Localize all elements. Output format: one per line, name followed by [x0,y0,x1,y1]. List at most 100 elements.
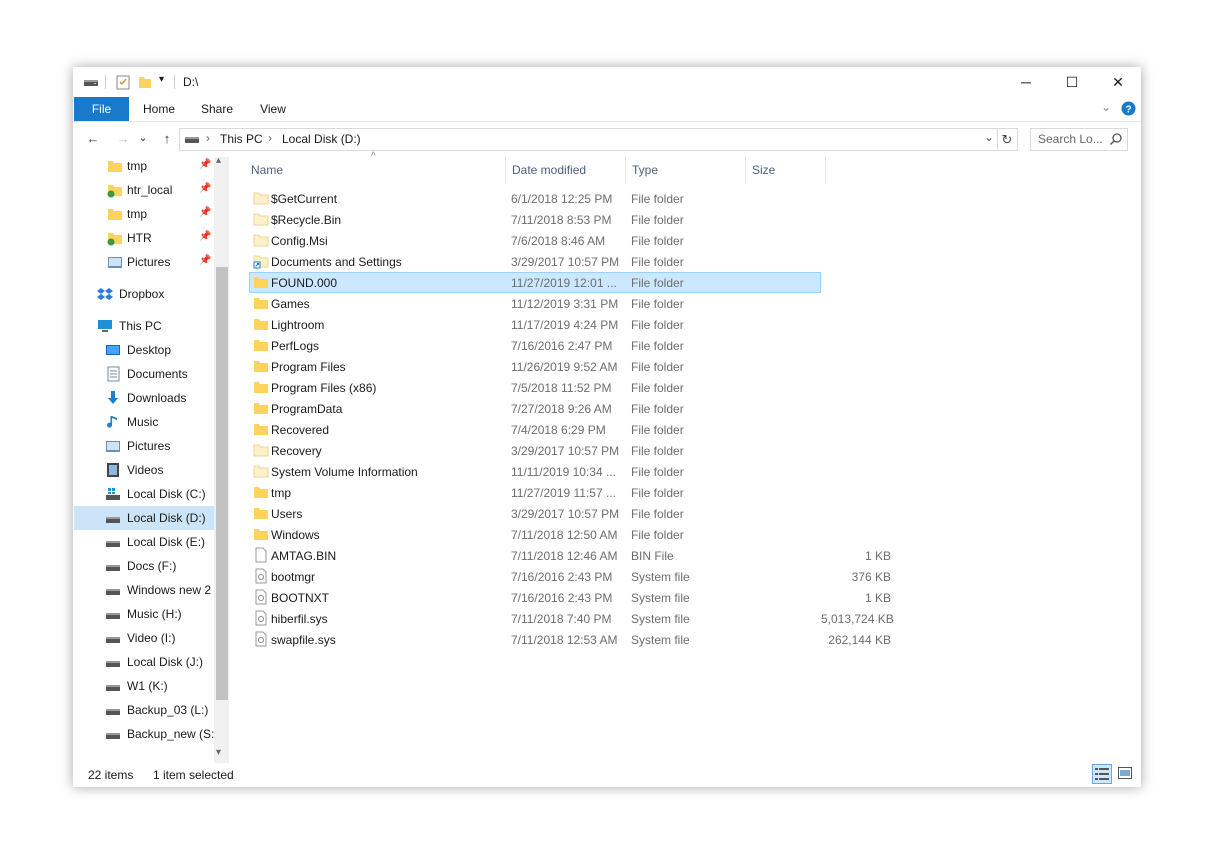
address-bar[interactable]: › This PC › Local Disk (D:) ⌄ [179,128,998,151]
nav-item-local-disk-e[interactable]: Local Disk (E:) [73,530,213,554]
column-header-date-modified[interactable]: Date modified [512,157,586,183]
column-header-name[interactable]: Name [251,157,283,183]
nav-item-windows-new-2[interactable]: Windows new 2 [73,578,213,602]
file-row[interactable]: hiberfil.sys 7/11/2018 7:40 PM System fi… [249,608,894,629]
address-dropdown-chevron-down-icon[interactable]: ⌄ [984,130,994,144]
details-view-button[interactable] [1092,764,1112,784]
file-row[interactable]: Program Files (x86) 7/5/2018 11:52 PM Fi… [249,377,821,398]
file-row[interactable]: swapfile.sys 7/11/2018 12:53 AM System f… [249,629,891,650]
column-header-size[interactable]: Size [752,157,775,183]
scroll-down-icon[interactable]: ▾ [216,747,221,758]
system-file-icon [255,631,267,647]
column-divider[interactable] [625,157,626,183]
large-icons-view-button[interactable] [1115,764,1135,784]
nav-item-documents[interactable]: Documents [73,362,213,386]
customize-quick-access-icon[interactable]: ▾ [159,74,164,85]
file-row[interactable]: Program Files 11/26/2019 9:52 AM File fo… [249,356,821,377]
file-row[interactable]: BOOTNXT 7/16/2016 2:43 PM System file 1 … [249,587,891,608]
nav-item-backup-03-l[interactable]: Backup_03 (L:) [73,698,213,722]
column-header-type[interactable]: Type [632,157,658,183]
scrollbar-thumb[interactable] [216,267,228,700]
documents-icon [107,366,120,382]
pin-icon[interactable]: 📌 [199,183,211,194]
nav-item-local-disk-c[interactable]: Local Disk (C:) [73,482,213,506]
file-row[interactable]: Recovery 3/29/2017 10:57 PM File folder [249,440,821,461]
nav-item-music[interactable]: Music [73,410,213,434]
recent-locations-button[interactable]: ⌄ [137,131,149,147]
file-name: ProgramData [271,402,343,416]
expand-ribbon-chevron-down-icon[interactable]: ⌄ [1101,100,1111,114]
nav-item-pictures[interactable]: Pictures 📌 [73,250,213,274]
nav-item-downloads[interactable]: Downloads [73,386,213,410]
file-name: Windows [271,528,320,542]
nav-item-pictures[interactable]: Pictures [73,434,213,458]
pin-icon[interactable]: 📌 [199,159,211,170]
close-button[interactable]: ✕ [1095,67,1141,97]
minimize-button[interactable]: ─ [1003,67,1049,97]
nav-item-video-i[interactable]: Video (I:) [73,626,213,650]
file-row[interactable]: System Volume Information 11/11/2019 10:… [249,461,821,482]
search-input[interactable]: Search Lo... [1038,132,1103,146]
nav-item-tmp[interactable]: tmp 📌 [73,154,213,178]
nav-item-backup-new-s[interactable]: Backup_new (S:) [73,722,218,746]
back-button[interactable]: ← [83,131,103,147]
tab-file[interactable]: File [74,97,129,121]
nav-item-videos[interactable]: Videos [73,458,213,482]
file-row[interactable]: Recovered 7/4/2018 6:29 PM File folder [249,419,821,440]
pin-icon[interactable]: 📌 [199,231,211,242]
nav-item-dropbox[interactable]: Dropbox [73,282,213,306]
nav-item-local-disk-d[interactable]: Local Disk (D:) [74,506,214,530]
nav-item-tmp[interactable]: tmp 📌 [73,202,213,226]
drive-icon [185,137,199,143]
tab-share[interactable]: Share [193,97,241,121]
file-row[interactable]: tmp 11/27/2019 11:57 ... File folder [249,482,821,503]
file-row[interactable]: Config.Msi 7/6/2018 8:46 AM File folder [249,230,821,251]
column-divider[interactable] [745,157,746,183]
nav-item-label: Video (I:) [127,631,176,645]
column-divider[interactable] [505,157,506,183]
file-row[interactable]: Games 11/12/2019 3:31 PM File folder [249,293,821,314]
forward-button[interactable]: → [113,131,133,147]
nav-item-htr-local[interactable]: htr_local 📌 [73,178,213,202]
breadcrumb-local-disk-d[interactable]: Local Disk (D:) [282,132,361,146]
file-row[interactable]: Windows 7/11/2018 12:50 AM File folder [249,524,821,545]
file-date: 11/27/2019 11:57 ... [511,486,616,500]
file-row[interactable]: Users 3/29/2017 10:57 PM File folder [249,503,821,524]
search-box[interactable]: Search Lo... [1030,128,1128,151]
file-row[interactable]: Lightroom 11/17/2019 4:24 PM File folder [249,314,821,335]
tab-view[interactable]: View [249,97,297,121]
folder-faded-icon [253,444,269,457]
file-row[interactable]: PerfLogs 7/16/2016 2:47 PM File folder [249,335,821,356]
nav-item-docs-f[interactable]: Docs (F:) [73,554,213,578]
refresh-button[interactable]: ↻ [997,128,1018,151]
nav-item-label: Backup_new (S:) [127,727,219,741]
file-date: 7/16/2016 2:43 PM [511,570,613,584]
folder-faded-icon [253,213,269,226]
nav-item-desktop[interactable]: Desktop [73,338,213,362]
breadcrumb-this-pc[interactable]: This PC [220,132,263,146]
file-row[interactable]: Documents and Settings 3/29/2017 10:57 P… [249,251,821,272]
file-row[interactable]: ProgramData 7/27/2018 9:26 AM File folde… [249,398,821,419]
nav-item-w1-k[interactable]: W1 (K:) [73,674,213,698]
pin-icon[interactable]: 📌 [199,255,211,266]
properties-icon[interactable] [115,74,131,90]
maximize-button[interactable]: ☐ [1049,67,1095,97]
file-date: 7/11/2018 12:46 AM [511,549,618,563]
nav-item-this-pc[interactable]: This PC [73,314,213,338]
nav-item-local-disk-j[interactable]: Local Disk (J:) [73,650,213,674]
new-folder-icon[interactable] [137,74,153,90]
tab-home[interactable]: Home [135,97,183,121]
file-row[interactable]: bootmgr 7/16/2016 2:43 PM System file 37… [249,566,891,587]
nav-item-htr[interactable]: HTR 📌 [73,226,213,250]
help-icon[interactable]: ? [1121,101,1136,116]
column-divider[interactable] [825,157,826,183]
nav-item-music-h[interactable]: Music (H:) [73,602,213,626]
file-name: BOOTNXT [271,591,330,605]
file-row[interactable]: $GetCurrent 6/1/2018 12:25 PM File folde… [249,188,821,209]
scroll-up-icon[interactable]: ▴ [216,155,221,166]
file-row-selected[interactable]: FOUND.000 11/27/2019 12:01 ... File fold… [249,272,821,293]
file-row[interactable]: $Recycle.Bin 7/11/2018 8:53 PM File fold… [249,209,821,230]
up-button[interactable]: ↑ [157,131,177,147]
pin-icon[interactable]: 📌 [199,207,211,218]
file-row[interactable]: AMTAG.BIN 7/11/2018 12:46 AM BIN File 1 … [249,545,891,566]
